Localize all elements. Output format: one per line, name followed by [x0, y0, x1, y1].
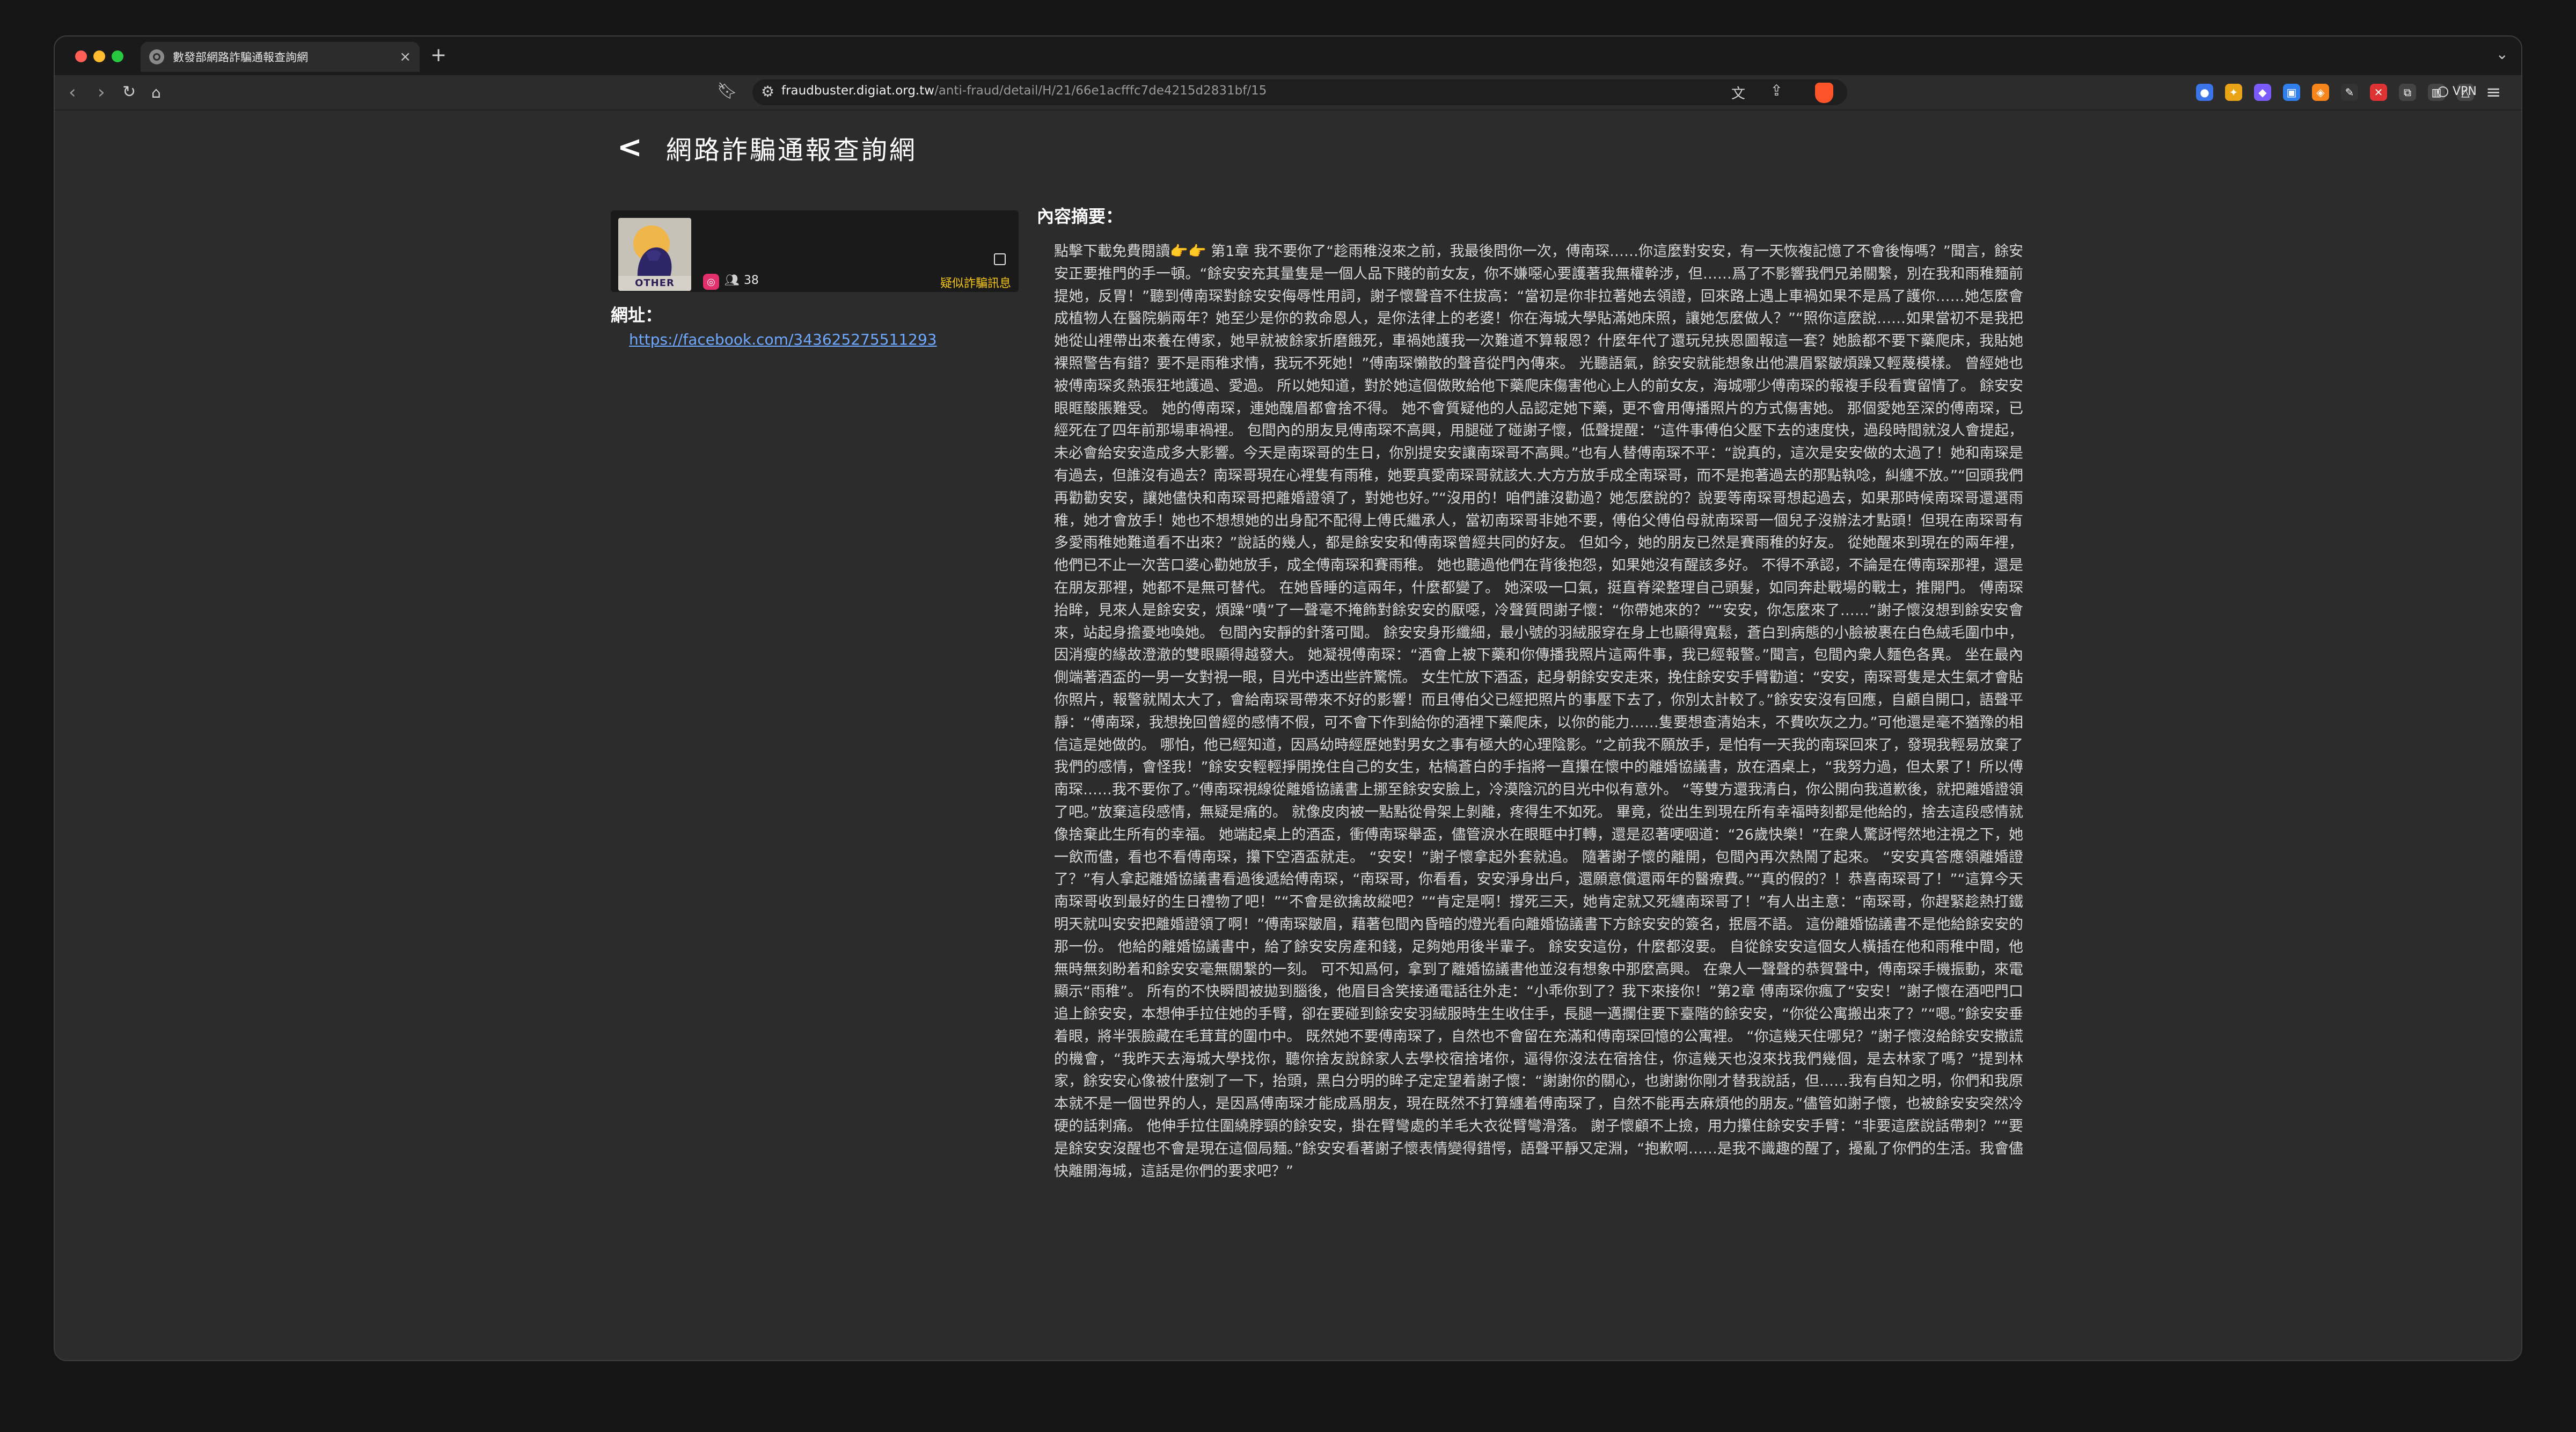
report-count-value: 38: [743, 274, 759, 287]
share-icon[interactable]: ⇪: [1770, 82, 1783, 99]
reload-icon[interactable]: ↻: [122, 83, 136, 101]
vpn-icon: [2438, 86, 2448, 97]
brave-shield-icon[interactable]: [1815, 83, 1833, 103]
new-tab-icon[interactable]: +: [430, 44, 447, 66]
tab-list-chevron-icon[interactable]: ⌄: [2496, 45, 2508, 63]
tab-strip: 數發部網路詐騙通報查詢網 × + ⌄: [55, 36, 2521, 75]
home-icon[interactable]: ⌂: [151, 84, 161, 101]
extension-2-icon[interactable]: ✦: [2225, 84, 2242, 101]
extension-6-icon[interactable]: ✎: [2341, 84, 2358, 101]
extension-7-icon[interactable]: ✕: [2370, 84, 2387, 101]
page-header: < 網路詐騙通報查詢網: [617, 129, 917, 166]
tab-title: 數發部網路詐騙通報查詢網: [173, 51, 308, 64]
maximize-window-button[interactable]: [112, 50, 123, 62]
vpn-label: VPN: [2453, 85, 2477, 98]
reported-url-link[interactable]: https://facebook.com/343625275511293: [629, 331, 937, 348]
browser-toolbar: ‹ › ↻ ⌂ 🔖︎ ⚙︎ fraudbuster.digiat.org.tw/…: [55, 75, 2521, 111]
tab-close-icon[interactable]: ×: [399, 49, 411, 65]
extension-1-icon[interactable]: ●: [2196, 84, 2213, 101]
summary-label: 內容摘要：: [1037, 206, 1123, 227]
browser-window: 數發部網路詐騙通報查詢網 × + ⌄ ‹ › ↻ ⌂ 🔖︎ ⚙︎ fraudbu…: [54, 35, 2522, 1361]
report-count: 👥︎ 38: [724, 274, 759, 287]
extension-3-icon[interactable]: ◆: [2254, 84, 2271, 101]
vpn-button[interactable]: VPN: [2438, 85, 2477, 98]
extension-5-icon[interactable]: ◈: [2312, 84, 2329, 101]
address-bar[interactable]: 🔖︎ ⚙︎ fraudbuster.digiat.org.tw/anti-fra…: [717, 79, 1847, 105]
close-window-button[interactable]: [75, 50, 87, 62]
site-favicon-icon: [149, 49, 164, 64]
translate-icon[interactable]: 文: [1731, 83, 1745, 103]
url-text[interactable]: fraudbuster.digiat.org.tw/anti-fraud/det…: [781, 84, 1267, 98]
extension-4-icon[interactable]: ▣: [2283, 84, 2300, 101]
extensions-puzzle-icon[interactable]: ⧉: [2399, 84, 2416, 101]
avatar-tag: OTHER: [635, 277, 675, 289]
suspect-label: 疑似詐騙訊息: [940, 277, 1011, 290]
tab-active[interactable]: 數發部網路詐騙通報查詢網 ×: [141, 42, 420, 72]
forward-icon[interactable]: ›: [98, 82, 105, 103]
copy-icon[interactable]: [994, 253, 1006, 265]
minimize-window-button[interactable]: [93, 50, 105, 62]
menu-icon[interactable]: ≡: [2486, 82, 2501, 103]
back-icon[interactable]: ‹: [69, 82, 76, 103]
people-icon: 👥︎: [724, 274, 740, 287]
page-title: 網路詐騙通報查詢網: [665, 135, 917, 165]
page-content: < 網路詐騙通報查詢網 OTHER ◎ 👥︎ 38 疑似詐騙訊息 網址： htt…: [55, 111, 2521, 1360]
summary-text: 點擊下載免費閱讀👉👉 第1章 我不要你了“趁雨稚沒來之前，我最後問你一次，傅南琛…: [1054, 243, 2023, 1180]
site-settings-icon[interactable]: ⚙︎: [761, 83, 774, 100]
url-label: 網址：: [611, 305, 663, 325]
extension-icons: ● ✦ ◆ ▣ ◈ ✎ ✕ ⧉ ▥ △: [2196, 84, 2474, 101]
bookmark-icon[interactable]: 🔖︎: [717, 82, 737, 100]
instagram-icon: ◎: [703, 274, 719, 290]
report-card: OTHER ◎ 👥︎ 38 疑似詐騙訊息: [611, 210, 1019, 292]
back-chevron-icon[interactable]: <: [617, 133, 642, 163]
avatar: OTHER: [618, 218, 691, 291]
